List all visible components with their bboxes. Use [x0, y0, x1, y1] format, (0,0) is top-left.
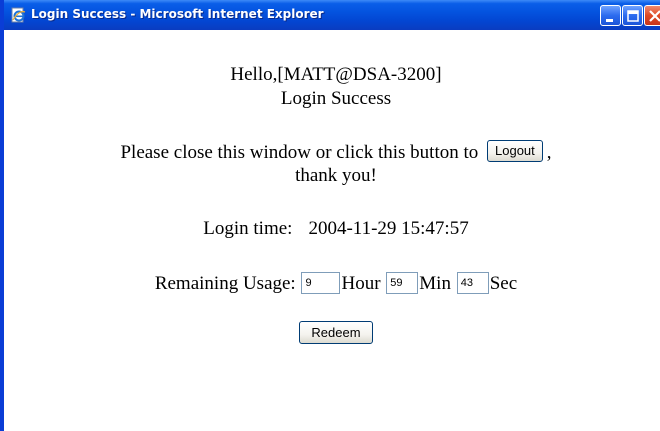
close-icon[interactable]: [644, 5, 660, 26]
login-status-text: Login Success: [280, 88, 392, 109]
thanks-text: thank you!: [295, 165, 377, 186]
redeem-button[interactable]: Redeem: [299, 321, 373, 345]
minimize-icon[interactable]: [600, 5, 621, 26]
window-title: Login Success - Microsoft Internet Explo…: [31, 7, 324, 21]
login-time-value: 2004-11-29 15:47:57: [308, 218, 469, 239]
second-unit-label: Sec: [489, 273, 518, 294]
browser-window: Login Success - Microsoft Internet Explo…: [0, 0, 660, 431]
ie-page-icon: [10, 7, 26, 23]
login-time-label: Login time:: [203, 218, 293, 239]
close-prompt-line: Please close this window or click this b…: [8, 139, 660, 165]
close-prompt-text: Please close this window or click this b…: [120, 142, 479, 163]
page-content: Hello,[MATT@DSA-3200] Login Success Plea…: [8, 30, 660, 431]
hour-field[interactable]: 9: [301, 271, 341, 294]
minute-unit-label: Min: [419, 273, 451, 294]
login-time-line: Login time: 2004-11-29 15:47:57: [8, 218, 660, 240]
maximize-icon[interactable]: [622, 5, 643, 26]
hour-unit-label: Hour: [341, 273, 381, 294]
second-field[interactable]: 43: [456, 271, 489, 294]
greeting-text: Hello,[MATT@DSA-3200]: [230, 64, 442, 85]
logout-button[interactable]: Logout: [487, 139, 543, 162]
remaining-usage-line: Remaining Usage: 9 Hour 59 Min 43 Sec: [8, 271, 660, 296]
title-bar[interactable]: Login Success - Microsoft Internet Explo…: [4, 0, 660, 30]
remaining-usage-label: Remaining Usage:: [154, 273, 296, 294]
minute-field[interactable]: 59: [386, 271, 419, 294]
redeem-row: Redeem: [8, 321, 660, 345]
close-prompt-suffix: ,: [546, 142, 552, 163]
